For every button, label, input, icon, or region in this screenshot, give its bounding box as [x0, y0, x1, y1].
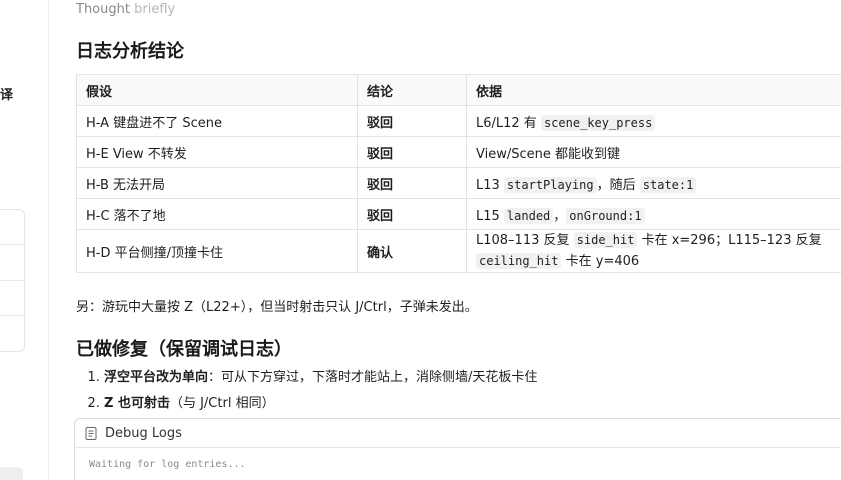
fix-item-detail: （与 J/Ctrl 相同）	[169, 396, 275, 411]
sidebar-bottom-button[interactable]	[0, 467, 23, 480]
evidence-text: L13	[476, 177, 504, 193]
table-header-row: 假设 结论 依据	[76, 74, 841, 106]
fix-item-title: 浮空平台改为单向	[104, 370, 209, 385]
table-row: H-E View 不转发 驳回 View/Scene 都能收到键	[76, 136, 841, 168]
note-text: 另：游玩中大量按 Z（L22+），但当时射击只认 J/Ctrl，子弹未发出。	[76, 300, 478, 315]
header-hypothesis: 假设	[76, 74, 358, 106]
verdict-cell: 确认	[357, 229, 467, 273]
debug-logs-title: Debug Logs	[105, 425, 182, 441]
hypothesis-cell: H-B 无法开局	[76, 167, 358, 199]
sidebar-divider	[0, 315, 24, 316]
evidence-code: landed	[503, 207, 554, 224]
evidence-cell: L15 landed， onGround:1	[466, 198, 841, 230]
document-icon	[85, 426, 97, 440]
verdict-cell: 驳回	[357, 167, 467, 199]
fix-list: 浮空平台改为单向：可从下方穿过，下落时才能站上，消除侧墙/天花板卡住Z 也可射击…	[76, 368, 537, 420]
table-row: H-D 平台侧撞/顶撞卡住 确认 L108–113 反复 side_hit 卡在 x…	[76, 229, 841, 273]
fix-item-detail: ：可从下方穿过，下落时才能站上，消除侧墙/天花板卡住	[208, 370, 538, 385]
fix-item: 浮空平台改为单向：可从下方穿过，下落时才能站上，消除侧墙/天花板卡住	[104, 368, 537, 394]
fix-item: Z 也可射击（与 J/Ctrl 相同）	[104, 394, 537, 420]
chat-content: Thought briefly 日志分析结论 假设 结论 依据 H-A 键盘进不…	[76, 0, 841, 480]
app-window: 译 Thought briefly 日志分析结论 假设 结论 依据 H-A 键盘…	[0, 0, 841, 480]
sidebar-divider	[0, 280, 24, 281]
header-evidence: 依据	[466, 74, 841, 106]
evidence-text: 卡在 x=296；L115–123 反复	[637, 233, 822, 248]
table-row: H-B 无法开局 驳回 L13 startPlaying ，随后 state:1	[76, 167, 841, 199]
sidebar-label[interactable]: 译	[0, 84, 13, 103]
evidence-code: ceiling_hit	[476, 253, 562, 269]
verdict-cell: 驳回	[357, 136, 467, 168]
evidence-code: side_hit	[573, 232, 638, 248]
evidence-cell: L108–113 反复 side_hit 卡在 x=296；L115–123 反…	[466, 229, 841, 273]
debug-logs-panel: Debug Logs Waiting for log entries...	[74, 418, 841, 480]
evidence-code: onGround:1	[566, 207, 645, 224]
table-body: H-A 键盘进不了 Scene 驳回 L6/L12 有 scene_key_pres…	[76, 105, 841, 273]
thought-toggle[interactable]: Thought briefly	[76, 2, 175, 17]
hypothesis-cell: H-C 落不了地	[76, 198, 358, 230]
analysis-table: 假设 结论 依据 H-A 键盘进不了 Scene 驳回 L6/L12 有 scene…	[76, 74, 841, 273]
fix-heading: 已做修复（保留调试日志）	[76, 339, 292, 360]
evidence-code: startPlaying	[503, 176, 597, 193]
evidence-text: ，随后	[596, 177, 640, 193]
sidebar-divider	[0, 244, 24, 245]
evidence-cell: View/Scene 都能收到键	[466, 136, 841, 168]
debug-logs-placeholder: Waiting for log entries...	[89, 459, 246, 470]
table-row: H-C 落不了地 驳回 L15 landed， onGround:1	[76, 198, 841, 230]
evidence-cell: L6/L12 有 scene_key_press	[466, 105, 841, 137]
evidence-code: state:1	[639, 176, 697, 193]
debug-logs-header[interactable]: Debug Logs	[75, 419, 841, 448]
evidence-text: View/Scene 都能收到键	[476, 146, 620, 162]
evidence-code: scene_key_press	[540, 114, 656, 131]
log-analysis-heading: 日志分析结论	[76, 41, 184, 62]
evidence-text: ，	[553, 208, 567, 224]
thought-detail: briefly	[134, 2, 176, 17]
fix-item-title: Z 也可射击	[104, 396, 170, 411]
header-verdict: 结论	[357, 74, 467, 106]
evidence-text: L15	[476, 208, 504, 224]
table-row: H-A 键盘进不了 Scene 驳回 L6/L12 有 scene_key_pres…	[76, 105, 841, 137]
thought-label: Thought	[76, 2, 130, 17]
hypothesis-cell: H-A 键盘进不了 Scene	[76, 105, 358, 137]
evidence-text: L6/L12 有	[476, 115, 541, 131]
sidebar-panel	[0, 209, 25, 352]
hypothesis-cell: H-D 平台侧撞/顶撞卡住	[76, 229, 358, 273]
sidebar: 译	[0, 0, 49, 480]
verdict-cell: 驳回	[357, 105, 467, 137]
evidence-text: L108–113 反复	[476, 233, 574, 248]
verdict-cell: 驳回	[357, 198, 467, 230]
hypothesis-cell: H-E View 不转发	[76, 136, 358, 168]
evidence-text: 卡在 y=406	[561, 254, 640, 269]
evidence-cell: L13 startPlaying ，随后 state:1	[466, 167, 841, 199]
